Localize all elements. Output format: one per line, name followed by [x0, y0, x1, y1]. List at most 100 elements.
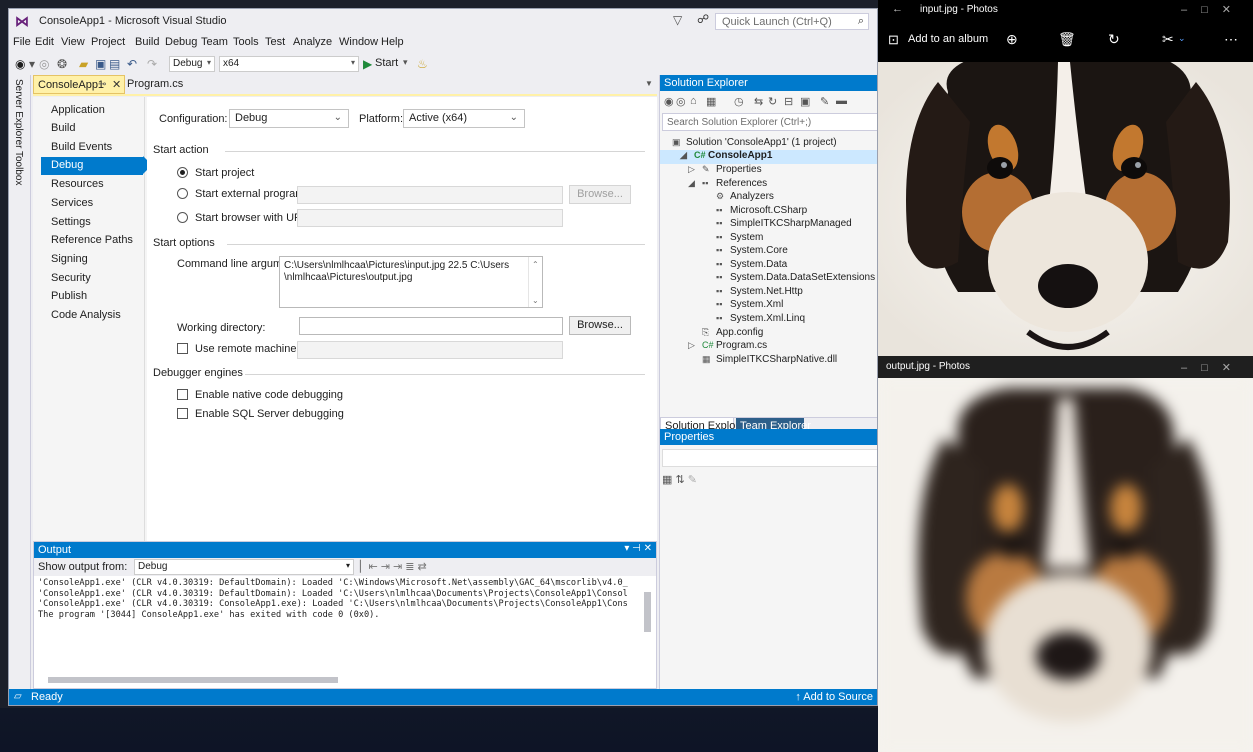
- quick-launch-input[interactable]: Quick Launch (Ctrl+Q) ⌕: [715, 13, 869, 30]
- pending-changes-icon[interactable]: ◷: [734, 95, 744, 108]
- platform-props-select[interactable]: Active (x64) ⌄: [403, 109, 525, 128]
- start-button[interactable]: Start: [375, 57, 398, 69]
- nav-publish[interactable]: Publish: [41, 288, 143, 306]
- switch-views-icon[interactable]: ▦: [706, 95, 716, 108]
- window-controls-icon[interactable]: –□✕: [1181, 361, 1245, 374]
- tree-properties[interactable]: ▷ ✎ Properties: [688, 164, 762, 178]
- browser-url-field[interactable]: [297, 209, 563, 227]
- menu-file[interactable]: File: [13, 36, 31, 48]
- rotate-icon[interactable]: ↻: [1108, 31, 1120, 48]
- platform-select[interactable]: x64 ▾: [219, 56, 359, 72]
- window-controls-icon[interactable]: –□✕: [1181, 3, 1245, 16]
- tree-reference[interactable]: ▪▪ System.Net.Http: [716, 286, 803, 300]
- output-horizontal-scrollbar[interactable]: [34, 674, 642, 686]
- browse-external-button[interactable]: Browse...: [569, 185, 631, 204]
- show-all-files-icon[interactable]: ▣: [800, 95, 810, 108]
- zoom-icon[interactable]: ⊕: [1006, 31, 1018, 48]
- cmd-args-textarea[interactable]: C:\Users\nlmlhcaa\Pictures\input.jpg 22.…: [279, 256, 543, 308]
- tab-program-cs[interactable]: Program.cs: [127, 78, 183, 90]
- tree-native-dll[interactable]: ▦ SimpleITKCSharpNative.dll: [702, 354, 837, 368]
- nav-resources[interactable]: Resources: [41, 176, 143, 194]
- add-to-album-button[interactable]: Add to an album: [908, 33, 988, 45]
- new-project-icon[interactable]: ❂: [57, 57, 67, 71]
- properties-object-select[interactable]: [662, 449, 877, 467]
- start-icon[interactable]: ▶: [363, 57, 372, 71]
- tree-app-config[interactable]: ⎘ App.config: [702, 327, 763, 341]
- tree-references[interactable]: ◢ ▪▪ References: [688, 178, 767, 192]
- browse-working-dir-button[interactable]: Browse...: [569, 316, 631, 335]
- preview-icon[interactable]: ▬: [836, 95, 847, 107]
- menu-tools[interactable]: Tools: [233, 36, 259, 48]
- tree-reference[interactable]: ▪▪ SimpleITKCSharpManaged: [716, 218, 852, 232]
- configuration-select[interactable]: Debug ⌄: [229, 109, 349, 128]
- remote-machine-field[interactable]: [297, 341, 563, 359]
- nav-settings[interactable]: Settings: [41, 214, 143, 232]
- tab-list-icon[interactable]: ▼: [645, 79, 653, 88]
- tree-analyzers[interactable]: ⚙ Analyzers: [716, 191, 774, 205]
- sql-debug-checkbox[interactable]: [177, 408, 188, 419]
- expand-icon[interactable]: ◢: [688, 178, 702, 189]
- nav-signing[interactable]: Signing: [41, 251, 143, 269]
- toolbox-tab[interactable]: Toolbox: [13, 151, 24, 185]
- menu-team[interactable]: Team: [201, 36, 228, 48]
- back-icon[interactable]: ◉: [15, 57, 25, 71]
- back-icon[interactable]: ◉: [664, 95, 674, 108]
- property-pages-icon[interactable]: ✎: [688, 474, 697, 486]
- nav-build-events[interactable]: Build Events: [41, 139, 143, 157]
- delete-icon[interactable]: 🗑: [1058, 31, 1076, 48]
- menu-window[interactable]: Window: [339, 36, 378, 48]
- menu-help[interactable]: Help: [381, 36, 404, 48]
- tree-project[interactable]: ◢ C# ConsoleApp1: [660, 150, 877, 164]
- use-remote-checkbox[interactable]: [177, 343, 188, 354]
- start-browser-radio[interactable]: [177, 212, 188, 223]
- working-dir-field[interactable]: [299, 317, 563, 335]
- menu-test[interactable]: Test: [265, 36, 285, 48]
- back-arrow-icon[interactable]: ←: [892, 3, 903, 15]
- nav-debug[interactable]: Debug: [41, 157, 143, 175]
- output-tool-icons[interactable]: ▏⇤ ⇥ ⇥ ≣ ⇄: [360, 560, 427, 573]
- feedback-icon[interactable]: ☍: [697, 12, 709, 26]
- tree-reference[interactable]: ▪▪ System.Core: [716, 245, 788, 259]
- chevron-down-icon[interactable]: ⌄: [1178, 33, 1186, 44]
- tree-program-cs[interactable]: ▷ C# Program.cs: [688, 340, 767, 354]
- collapse-icon[interactable]: ▷: [688, 340, 702, 351]
- sync-icon[interactable]: ⇆: [754, 95, 763, 108]
- nav-security[interactable]: Security: [41, 270, 143, 288]
- properties-icon[interactable]: ✎: [820, 95, 829, 108]
- scroll-down-icon[interactable]: ⌄: [532, 295, 539, 307]
- home-icon[interactable]: ⌂: [690, 95, 697, 107]
- menu-edit[interactable]: Edit: [35, 36, 54, 48]
- nav-services[interactable]: Services: [41, 195, 143, 213]
- edit-icon[interactable]: ✂: [1162, 31, 1174, 48]
- tree-reference[interactable]: ▪▪ System.Data.DataSetExtensions: [716, 272, 875, 286]
- tab-consoleapp1[interactable]: ConsoleApp1 ⊸ ✕: [33, 75, 125, 94]
- more-icon[interactable]: ⋯: [1224, 31, 1238, 48]
- collapse-all-icon[interactable]: ⊟: [784, 95, 793, 108]
- close-icon[interactable]: ✕: [112, 78, 121, 91]
- start-external-radio[interactable]: [177, 188, 188, 199]
- tree-solution[interactable]: ▣ Solution 'ConsoleApp1' (1 project): [672, 137, 837, 151]
- solution-search-input[interactable]: Search Solution Explorer (Ctrl+;): [662, 113, 877, 131]
- tree-reference[interactable]: ▪▪ System.Xml: [716, 299, 783, 313]
- textarea-scrollbar[interactable]: ⌃ ⌄: [528, 257, 542, 307]
- menu-view[interactable]: View: [61, 36, 85, 48]
- pin-icon[interactable]: ⊸: [98, 79, 106, 90]
- nav-reference-paths[interactable]: Reference Paths: [41, 232, 143, 250]
- collapse-icon[interactable]: ▷: [688, 164, 702, 175]
- expand-icon[interactable]: ◢: [680, 150, 694, 161]
- menu-analyze[interactable]: Analyze: [293, 36, 332, 48]
- tree-reference[interactable]: ▪▪ Microsoft.CSharp: [716, 205, 807, 219]
- native-debug-checkbox[interactable]: [177, 389, 188, 400]
- filter-icon[interactable]: ▽: [673, 13, 682, 27]
- add-to-source-control[interactable]: ↑ Add to Source: [795, 691, 873, 703]
- output-vertical-scrollbar[interactable]: [642, 578, 654, 672]
- save-all-icon[interactable]: ▤: [109, 57, 120, 71]
- album-icon[interactable]: ⊡: [888, 32, 899, 48]
- panel-controls-icon[interactable]: ▾ ⊣ ✕: [624, 543, 652, 554]
- scroll-thumb[interactable]: [48, 677, 338, 683]
- menu-debug[interactable]: Debug: [165, 36, 197, 48]
- redo-icon[interactable]: ↷: [147, 57, 157, 71]
- nav-code-analysis[interactable]: Code Analysis: [41, 307, 143, 325]
- categorized-icon[interactable]: ▦: [662, 474, 672, 486]
- nav-application[interactable]: Application: [41, 102, 143, 120]
